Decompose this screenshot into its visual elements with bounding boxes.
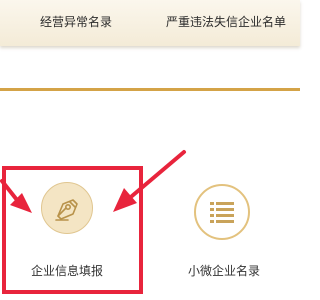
highlight-box bbox=[2, 166, 143, 294]
abnormal-operation-list-link[interactable]: 经营异常名录 bbox=[40, 14, 112, 30]
serious-violation-list-link[interactable]: 严重违法失信企业名单 bbox=[166, 14, 286, 30]
list-icon bbox=[194, 184, 250, 240]
micro-enterprise-list-tile[interactable]: 小微企业名录 bbox=[174, 178, 282, 278]
top-nav-bar: 经营异常名录 严重违法失信企业名单 bbox=[0, 0, 300, 46]
micro-enterprise-list-label: 小微企业名录 bbox=[188, 264, 261, 278]
section-divider bbox=[0, 88, 300, 91]
